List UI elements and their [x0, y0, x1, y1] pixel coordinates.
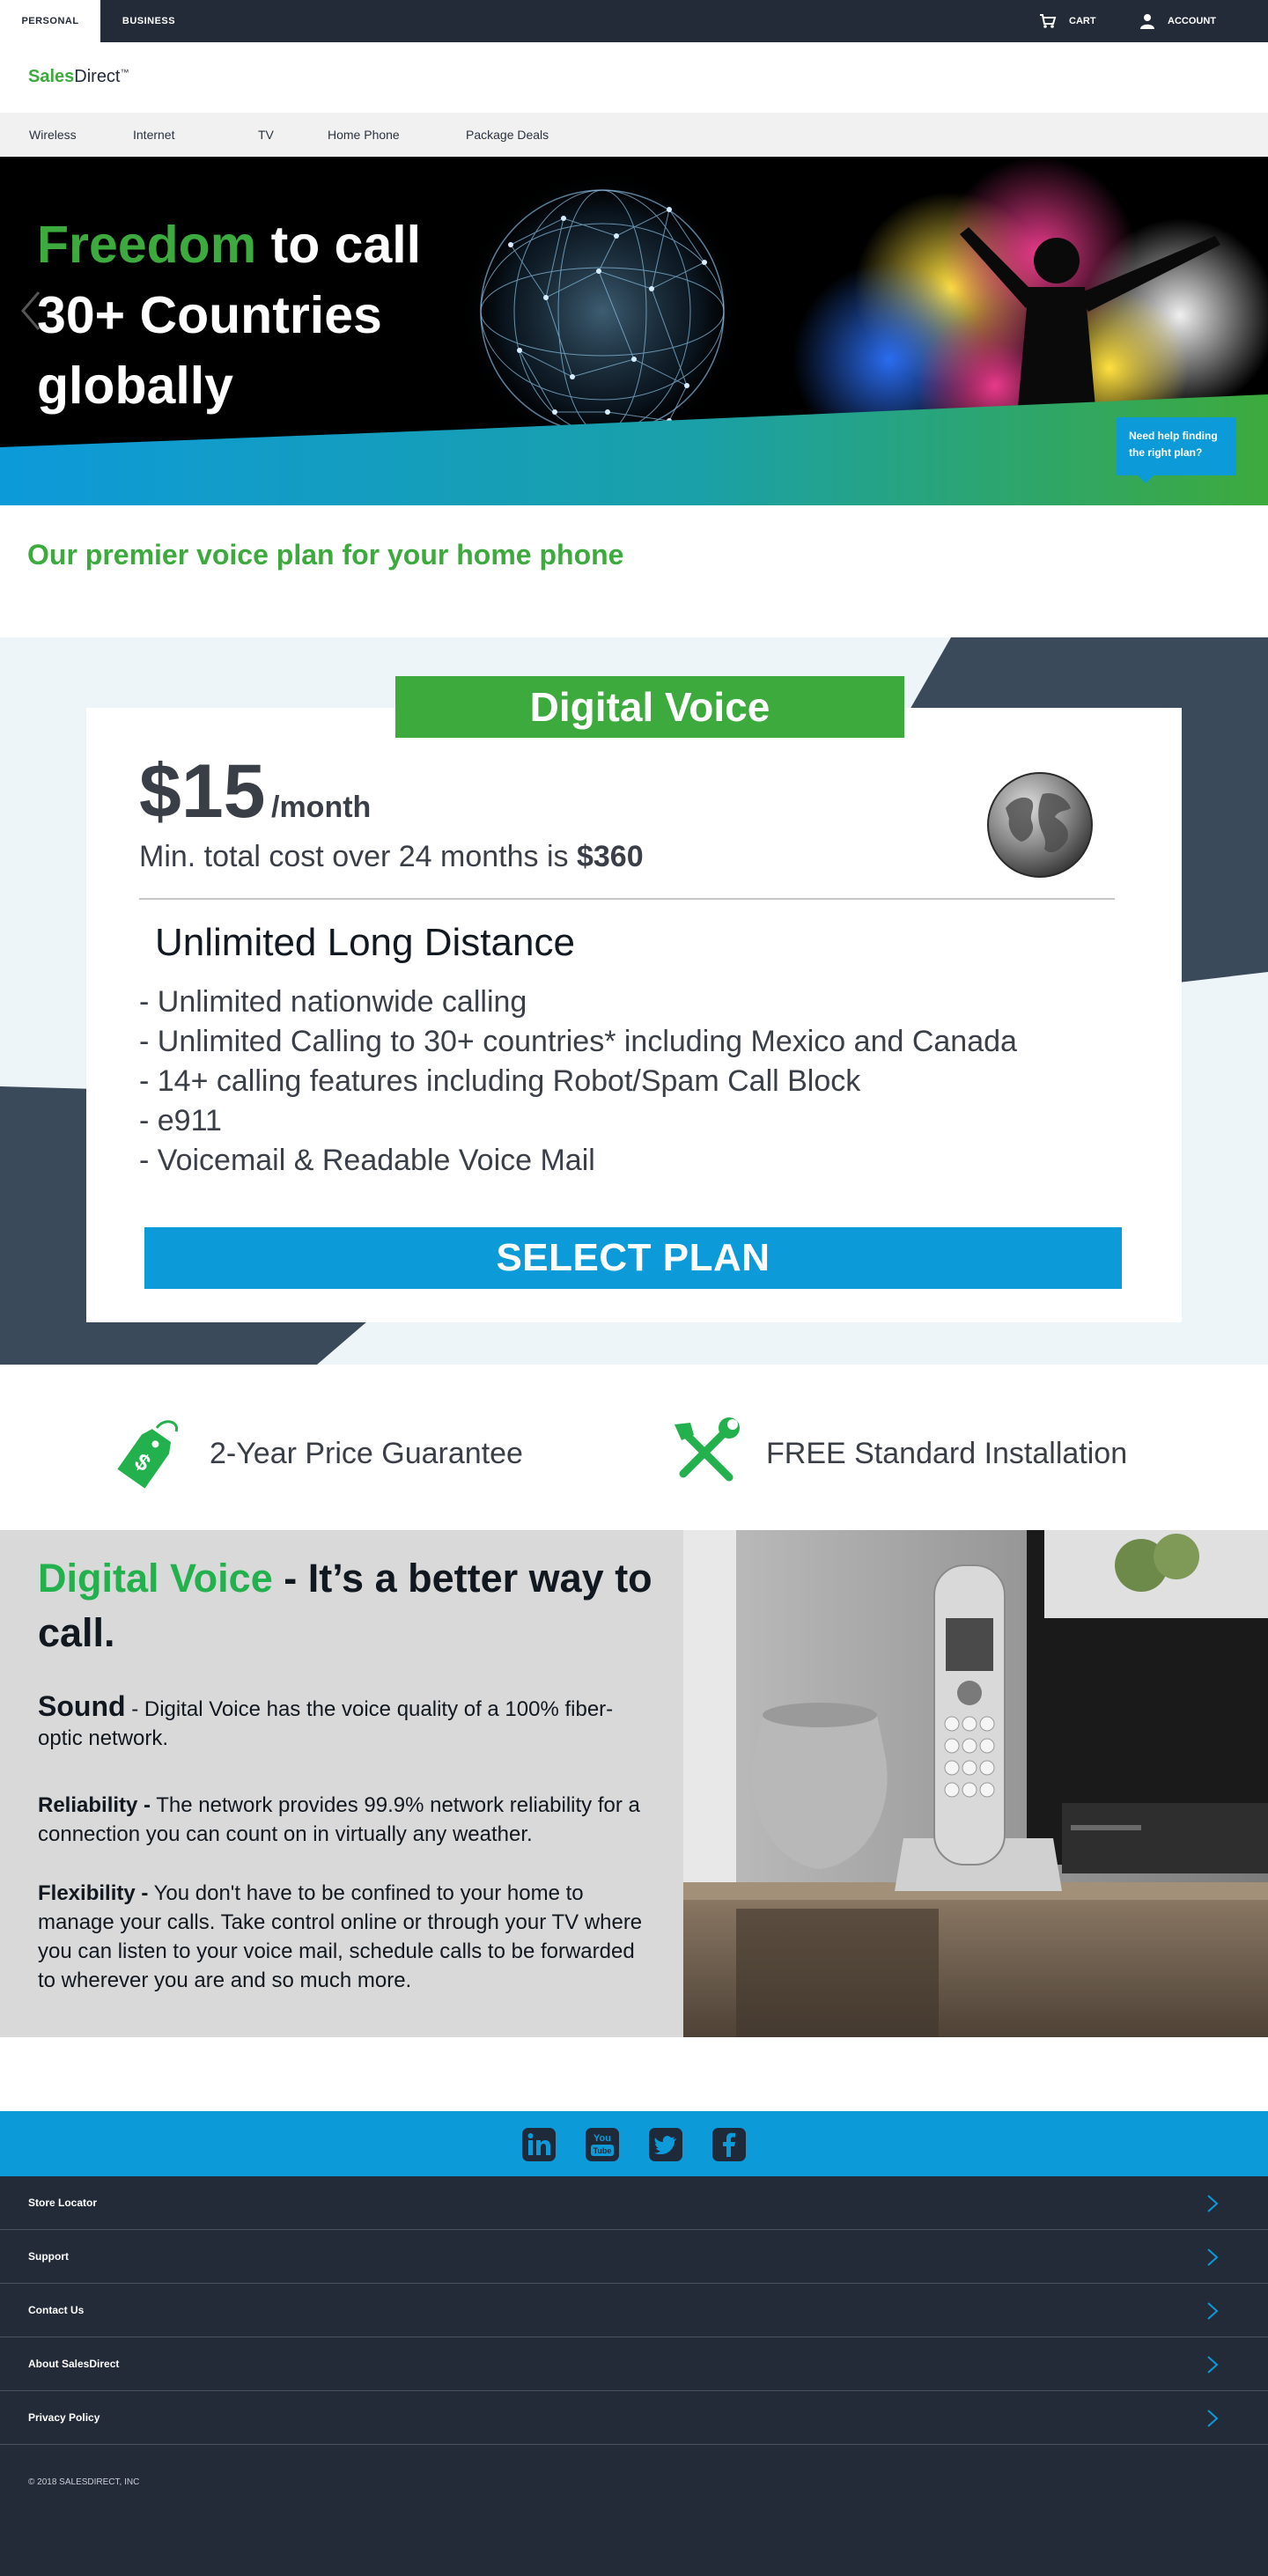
- chevron-right-icon: [1207, 2356, 1219, 2374]
- plan-feature: - Unlimited nationwide calling: [139, 985, 527, 1019]
- account-label: ACCOUNT: [1168, 16, 1216, 26]
- benefit-price-guarantee: $ 2-Year Price Guarantee: [111, 1414, 523, 1493]
- nav-item-wireless[interactable]: Wireless: [29, 113, 77, 157]
- plan-min-total-cost: Min. total cost over 24 months is $360: [139, 840, 644, 874]
- nav-item-package-deals[interactable]: Package Deals: [466, 113, 549, 157]
- plan-feature: - 14+ calling features including Robot/S…: [139, 1064, 861, 1098]
- logo-part-direct: Direct: [74, 67, 121, 86]
- youtube-icon[interactable]: You Tube: [585, 2127, 620, 2162]
- plan-section: Digital Voice $15 /month Min. total cost…: [0, 637, 1268, 1365]
- info-sound-lead: Sound: [38, 1690, 126, 1722]
- footer-link-support[interactable]: Support: [0, 2230, 1268, 2284]
- cart-icon: [1040, 14, 1057, 28]
- plan-name: Digital Voice: [395, 676, 904, 738]
- tab-personal[interactable]: PERSONAL: [0, 0, 100, 42]
- main-nav: Wireless Internet TV Home Phone Package …: [0, 113, 1268, 157]
- info-reliability-lead: Reliability -: [38, 1793, 151, 1817]
- footer-link-label: Support: [28, 2250, 69, 2263]
- user-icon: [1140, 14, 1154, 29]
- tools-icon: [675, 1417, 740, 1482]
- linkedin-icon[interactable]: [521, 2127, 557, 2162]
- footer-link-contact-us[interactable]: Contact Us: [0, 2284, 1268, 2337]
- svg-text:Tube: Tube: [593, 2146, 612, 2155]
- nav-item-home-phone[interactable]: Home Phone: [328, 113, 400, 157]
- info-title: Digital Voice - It’s a better way to cal…: [38, 1551, 654, 1660]
- min-cost-text: Min. total cost over 24 months is: [139, 840, 577, 873]
- copyright: © 2018 SALESDIRECT, INC: [28, 2477, 140, 2487]
- hero-title-highlight: Freedom: [37, 216, 257, 274]
- footer-link-label: About SalesDirect: [28, 2358, 120, 2370]
- premier-plan-heading: Our premier voice plan for your home pho…: [27, 539, 624, 570]
- nav-item-tv[interactable]: TV: [258, 113, 274, 157]
- footer-link-store-locator[interactable]: Store Locator: [0, 2176, 1268, 2230]
- footer-link-label: Contact Us: [28, 2304, 85, 2316]
- plan-subtitle: Unlimited Long Distance: [155, 921, 575, 964]
- min-cost-value: $360: [576, 840, 644, 873]
- plan-price: $15: [139, 749, 266, 834]
- hero-title: Freedom to call 30+ Countries globally: [37, 210, 495, 421]
- tab-business[interactable]: BUSINESS: [100, 0, 197, 42]
- footer-link-privacy-policy[interactable]: Privacy Policy: [0, 2391, 1268, 2445]
- info-flexibility: Flexibility - You don't have to be confi…: [38, 1879, 645, 1995]
- top-utility-bar: PERSONAL BUSINESS CART ACCOUNT: [0, 0, 1268, 42]
- nav-item-internet[interactable]: Internet: [133, 113, 174, 157]
- cordless-phone-photo: [683, 1530, 1268, 2037]
- plan-card: Digital Voice $15 /month Min. total cost…: [86, 676, 1182, 1322]
- benefit-free-installation: FREE Standard Installation: [667, 1414, 1127, 1493]
- account-link[interactable]: ACCOUNT: [1139, 0, 1216, 42]
- plan-features-list: - Unlimited nationwide calling - Unlimit…: [139, 983, 1125, 1181]
- cart-label: CART: [1069, 16, 1096, 26]
- chevron-right-icon: [1207, 2248, 1219, 2266]
- info-title-highlight: Digital Voice: [38, 1556, 273, 1601]
- chevron-right-icon: [1207, 2410, 1219, 2427]
- plan-feature: - Voicemail & Readable Voice Mail: [139, 1144, 595, 1177]
- hero-banner: Freedom to call 30+ Countries globally N…: [0, 157, 1268, 505]
- logo-bar: SalesDirect™: [0, 42, 1268, 113]
- benefit-label: 2-Year Price Guarantee: [210, 1436, 523, 1470]
- social-bar: You Tube: [0, 2111, 1268, 2176]
- chevron-right-icon: [1207, 2195, 1219, 2212]
- facebook-icon[interactable]: [711, 2127, 747, 2162]
- price-tag-icon: $: [117, 1420, 179, 1489]
- twitter-icon[interactable]: [648, 2127, 683, 2162]
- footer-link-label: Store Locator: [28, 2197, 98, 2209]
- chevron-right-icon: [1207, 2302, 1219, 2320]
- svg-text:You: You: [593, 2133, 611, 2144]
- info-flexibility-lead: Flexibility -: [38, 1881, 149, 1905]
- digital-voice-info-section: Digital Voice - It’s a better way to cal…: [0, 1530, 1268, 2037]
- footer-link-label: Privacy Policy: [28, 2411, 100, 2424]
- info-reliability: Reliability - The network provides 99.9%…: [38, 1791, 645, 1849]
- plan-feature: - e911: [139, 1104, 222, 1137]
- benefit-label: FREE Standard Installation: [766, 1436, 1128, 1470]
- plan-feature: - Unlimited Calling to 30+ countries* in…: [139, 1025, 1017, 1058]
- footer: Store Locator Support Contact Us About S…: [0, 2176, 1268, 2576]
- logo-part-sales: Sales: [28, 67, 75, 86]
- select-plan-button[interactable]: SELECT PLAN: [144, 1227, 1122, 1289]
- info-text-panel: Digital Voice - It’s a better way to cal…: [0, 1530, 683, 2037]
- help-finding-plan-bubble[interactable]: Need help finding the right plan?: [1117, 417, 1236, 483]
- globe-icon: [987, 772, 1093, 878]
- plan-price-period: /month: [271, 791, 372, 824]
- footer-link-about[interactable]: About SalesDirect: [0, 2337, 1268, 2391]
- cart-link[interactable]: CART: [1039, 0, 1096, 42]
- plan-divider: [139, 898, 1115, 900]
- logo-tm: ™: [120, 68, 129, 78]
- info-sound: Sound - Digital Voice has the voice qual…: [38, 1692, 645, 1753]
- logo[interactable]: SalesDirect™: [28, 67, 129, 87]
